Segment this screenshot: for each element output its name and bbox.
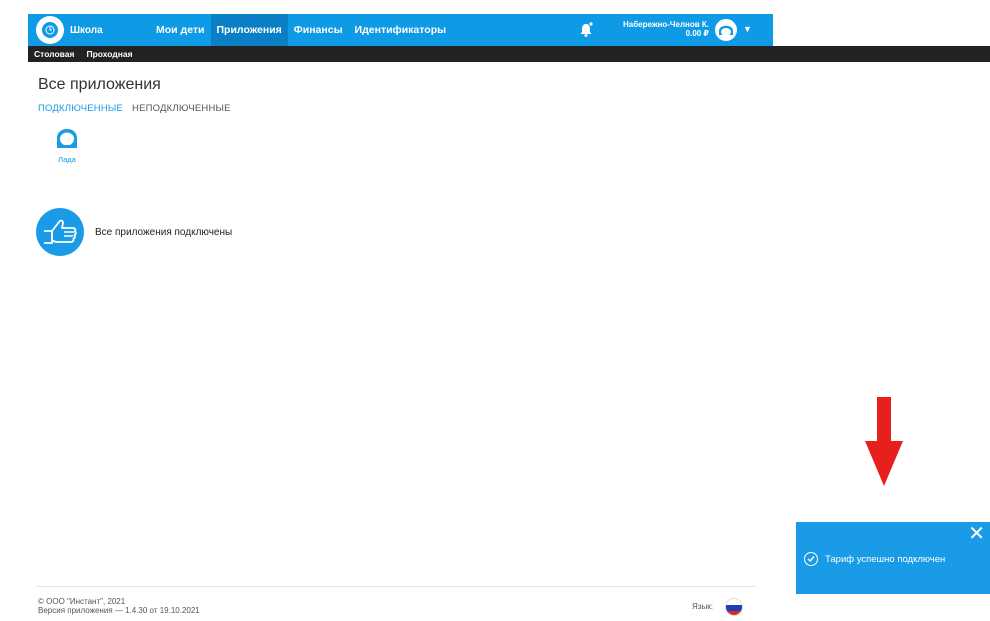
subnav-canteen[interactable]: Столовая [28, 49, 80, 59]
arrow-down-icon [865, 397, 903, 492]
subnav-checkpoint[interactable]: Проходная [80, 49, 138, 59]
school-logo-icon[interactable] [36, 16, 64, 44]
footer-copyright: © ООО "Инстант", 2021 Версия приложения … [38, 597, 200, 615]
nav-identifiers[interactable]: Идентификаторы [349, 14, 453, 46]
top-navbar: Школа Мои дети Приложения Финансы Иденти… [28, 14, 773, 46]
page-title: Все приложения [38, 76, 161, 93]
brand-label[interactable]: Школа [70, 25, 150, 36]
girl-avatar-icon[interactable] [54, 124, 80, 150]
tab-not-connected[interactable]: НЕПОДКЛЮЧЕННЫЕ [132, 103, 231, 114]
nav-my-children[interactable]: Мои дети [150, 14, 211, 46]
version-text: Версия приложения — 1.4.30 от 19.10.2021 [38, 606, 200, 615]
nav-applications[interactable]: Приложения [210, 14, 288, 46]
tab-connected[interactable]: ПОДКЛЮЧЕННЫЕ [38, 103, 123, 114]
copyright-text: © ООО "Инстант", 2021 [38, 597, 126, 606]
user-info[interactable]: Набережно-Челнов К. 0.00 ₽ [614, 20, 709, 38]
user-avatar-icon[interactable] [715, 19, 737, 41]
main-nav: Мои дети Приложения Финансы Идентификато… [150, 14, 452, 46]
sub-navbar: Столовая Проходная [28, 46, 990, 62]
chevron-down-icon[interactable]: ▼ [743, 24, 752, 34]
user-name-label: Набережно-Челнов К. [622, 20, 709, 29]
bell-icon[interactable] [579, 22, 593, 43]
nav-finances[interactable]: Финансы [288, 14, 349, 46]
app-tabs: ПОДКЛЮЧЕННЫЕ НЕПОДКЛЮЧЕННЫЕ [38, 103, 231, 114]
check-circle-icon [804, 552, 818, 566]
toast-message: Тариф успешно подключен [825, 554, 946, 565]
success-toast: ✕ Тариф успешно подключен [796, 522, 990, 594]
empty-message: Все приложения подключены [95, 227, 233, 238]
russia-flag-icon[interactable] [725, 598, 743, 616]
language-label: Язык: [692, 602, 713, 611]
thumbs-up-icon [36, 208, 84, 256]
close-icon[interactable]: ✕ [968, 524, 985, 544]
footer-divider [36, 586, 756, 587]
app-label-lada[interactable]: Лада [40, 155, 94, 164]
balance-label: 0.00 ₽ [685, 29, 709, 38]
